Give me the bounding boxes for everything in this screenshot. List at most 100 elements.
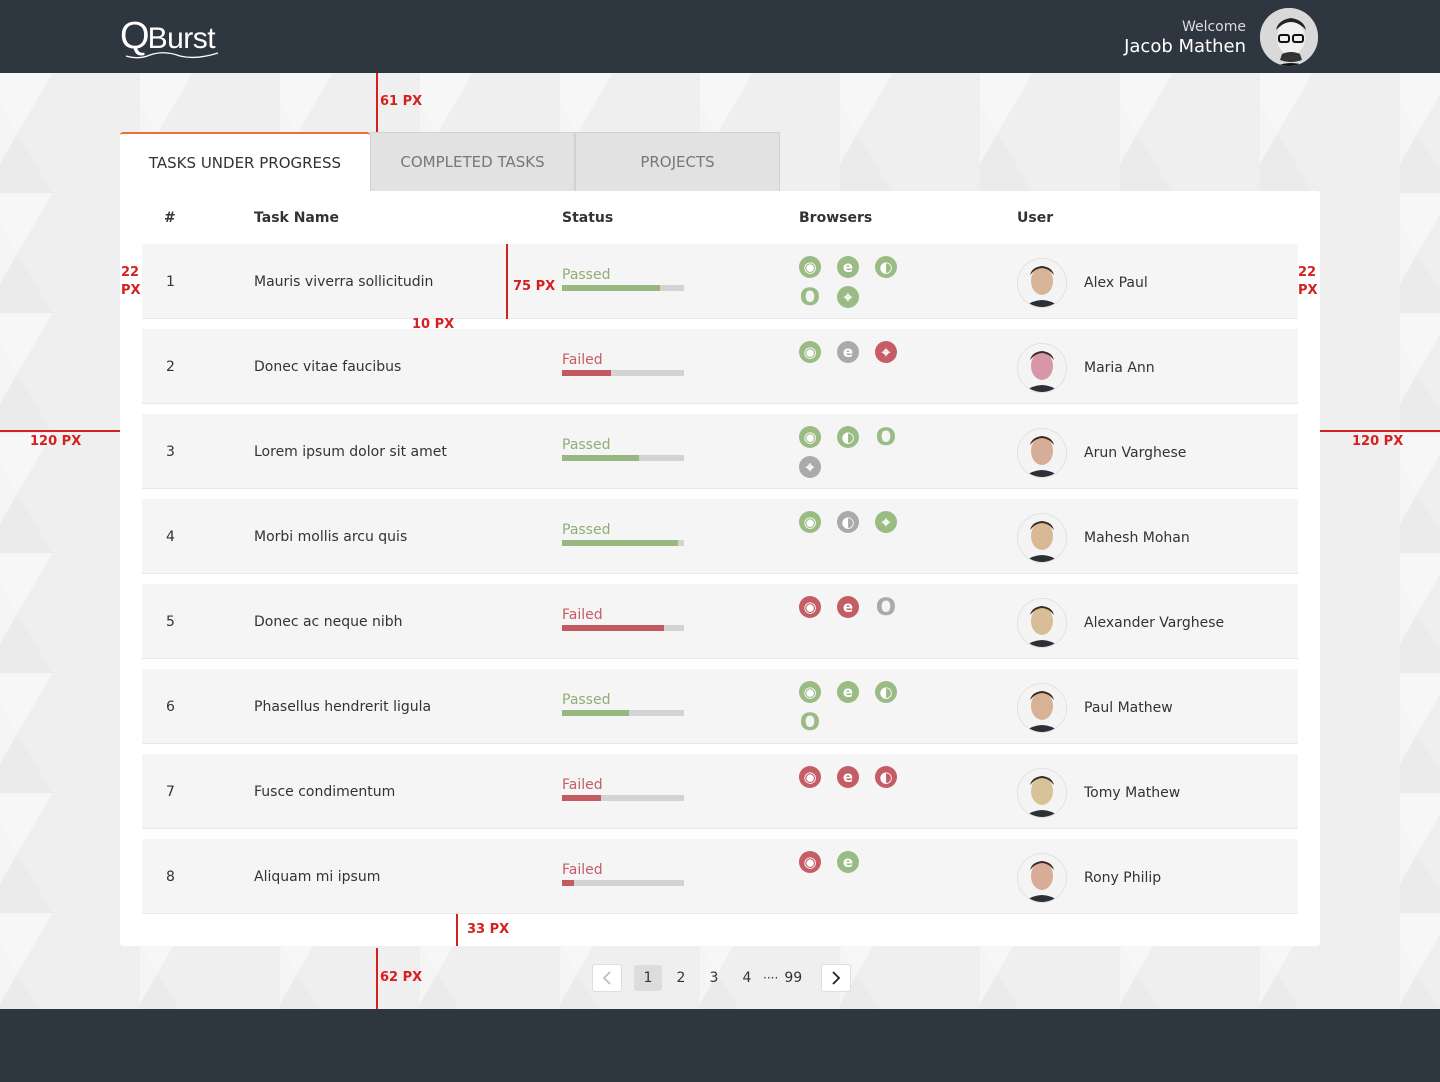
progress-fill [562,710,630,716]
task-name[interactable]: Fusce condimentum [254,784,395,800]
avatar-image [1018,259,1066,307]
page-3-link[interactable]: 3 [700,965,728,991]
progress-bar [562,455,684,461]
task-name[interactable]: Aliquam mi ipsum [254,869,380,885]
table-row[interactable]: 1 Mauris viverra sollicitudin Passed ◉ e ◐… [142,244,1298,319]
annotation-line-bottom-gap [456,914,458,946]
status-label: Failed [562,862,603,878]
user-cell[interactable]: Alexander Varghese [1018,598,1224,648]
header-avatar-image [1260,8,1318,66]
next-page-button[interactable] [821,964,852,992]
page-1-link[interactable]: 1 [634,965,662,991]
progress-bar [562,540,684,546]
browsers-cell: ◉ ◐ O ⌖ [799,425,919,486]
chrome-icon: ◉ [799,256,821,278]
annotation-row-height: 75 PX [513,279,556,294]
task-name[interactable]: Morbi mollis arcu quis [254,529,407,545]
firefox-icon: ◐ [837,426,859,448]
avatar[interactable] [1018,429,1066,477]
avatar-image [1018,599,1066,647]
column-header-browsers: Browsers [799,210,873,226]
qburst-logo[interactable]: Q Burst [120,14,219,59]
opera-icon: O [799,283,821,311]
status-cell: Failed [562,352,684,376]
user-cell[interactable]: Tomy Mathew [1018,768,1180,818]
prev-page-button[interactable] [592,964,622,992]
status-cell: Passed [562,437,684,461]
progress-fill [562,625,665,631]
chrome-icon: ◉ [799,341,821,363]
table-row[interactable]: 3 Lorem ipsum dolor sit amet Passed ◉ ◐ O ⌖… [142,414,1298,489]
column-header-user: User [1017,210,1054,226]
chrome-icon: ◉ [799,596,821,618]
status-cell: Failed [562,862,684,886]
pagination-ellipsis: ···· [763,971,779,985]
avatar[interactable] [1018,769,1066,817]
avatar[interactable] [1018,259,1066,307]
footer-bar [0,1009,1440,1082]
column-header-number: # [164,210,176,226]
opera-icon: O [799,708,821,736]
page-99-link[interactable]: 99 [779,965,807,991]
avatar-image [1018,344,1066,392]
avatar[interactable] [1018,599,1066,647]
top-bar: Q Burst Welcome Jacob Mathen [0,0,1440,73]
user-cell[interactable]: Arun Varghese [1018,428,1186,478]
tab-tasks-under-progress[interactable]: TASKS UNDER PROGRESS [120,132,370,191]
user-name: Tomy Mathew [1084,785,1181,801]
avatar-image [1018,429,1066,477]
user-name: Arun Varghese [1084,445,1187,461]
user-name: Maria Ann [1084,360,1155,376]
page-4-link[interactable]: 4 [733,965,761,991]
safari-icon: ⌖ [837,286,859,308]
safari-icon: ⌖ [875,511,897,533]
ie-icon: e [837,766,859,788]
safari-icon: ⌖ [799,456,821,478]
user-cell[interactable]: Alex Paul [1018,258,1148,308]
annotation-left-margin: 120 PX [30,434,82,449]
progress-fill [562,880,575,886]
task-name[interactable]: Donec vitae faucibus [254,359,401,375]
tab-completed-tasks[interactable]: COMPLETED TASKS [370,132,575,191]
page-2-link[interactable]: 2 [667,965,695,991]
avatar[interactable] [1018,514,1066,562]
ie-icon: e [837,596,859,618]
task-name[interactable]: Phasellus hendrerit ligula [254,699,431,715]
avatar[interactable] [1018,854,1066,902]
browsers-cell: ◉ e ⌖ [799,341,919,371]
annotation-bottom-gap: 33 PX [467,922,510,937]
table-row[interactable]: 4 Morbi mollis arcu quis Passed ◉ ◐ ⌖ Mahe… [142,499,1298,574]
table-row[interactable]: 5 Donec ac neque nibh Failed ◉ e O Alexand… [142,584,1298,659]
user-cell[interactable]: Rony Philip [1018,853,1161,903]
annotation-left-pad-number: 22 [121,265,140,280]
table-row[interactable]: 8 Aliquam mi ipsum Failed ◉ e Rony Philip [142,839,1298,914]
avatar-image [1018,684,1066,732]
chrome-icon: ◉ [799,851,821,873]
ie-icon: e [837,851,859,873]
firefox-icon: ◐ [875,766,897,788]
table-row[interactable]: 6 Phasellus hendrerit ligula Passed ◉ e ◐ O… [142,669,1298,744]
user-cell[interactable]: Maria Ann [1018,343,1155,393]
task-name[interactable]: Donec ac neque nibh [254,614,403,630]
user-name: Mahesh Mohan [1084,530,1190,546]
user-cell[interactable]: Mahesh Mohan [1018,513,1190,563]
avatar[interactable] [1018,344,1066,392]
task-name[interactable]: Mauris viverra sollicitudin [254,274,433,290]
status-label: Passed [562,437,611,453]
table-row[interactable]: 2 Donec vitae faucibus Failed ◉ e ⌖ Maria … [142,329,1298,404]
chrome-icon: ◉ [799,511,821,533]
table-row[interactable]: 7 Fusce condimentum Failed ◉ e ◐ Tomy Math… [142,754,1298,829]
column-header-task-name: Task Name [254,210,339,226]
ie-icon: e [837,681,859,703]
avatar[interactable] [1018,684,1066,732]
task-name[interactable]: Lorem ipsum dolor sit amet [254,444,447,460]
header-avatar[interactable] [1258,6,1320,68]
browsers-cell: ◉ e ◐ [799,766,919,796]
chrome-icon: ◉ [799,426,821,448]
row-number: 8 [166,869,175,885]
tab-projects[interactable]: PROJECTS [575,132,780,191]
user-cell[interactable]: Paul Mathew [1018,683,1173,733]
row-number: 3 [166,444,175,460]
ie-icon: e [837,256,859,278]
annotation-right-pad-number: 22 [1298,265,1317,280]
